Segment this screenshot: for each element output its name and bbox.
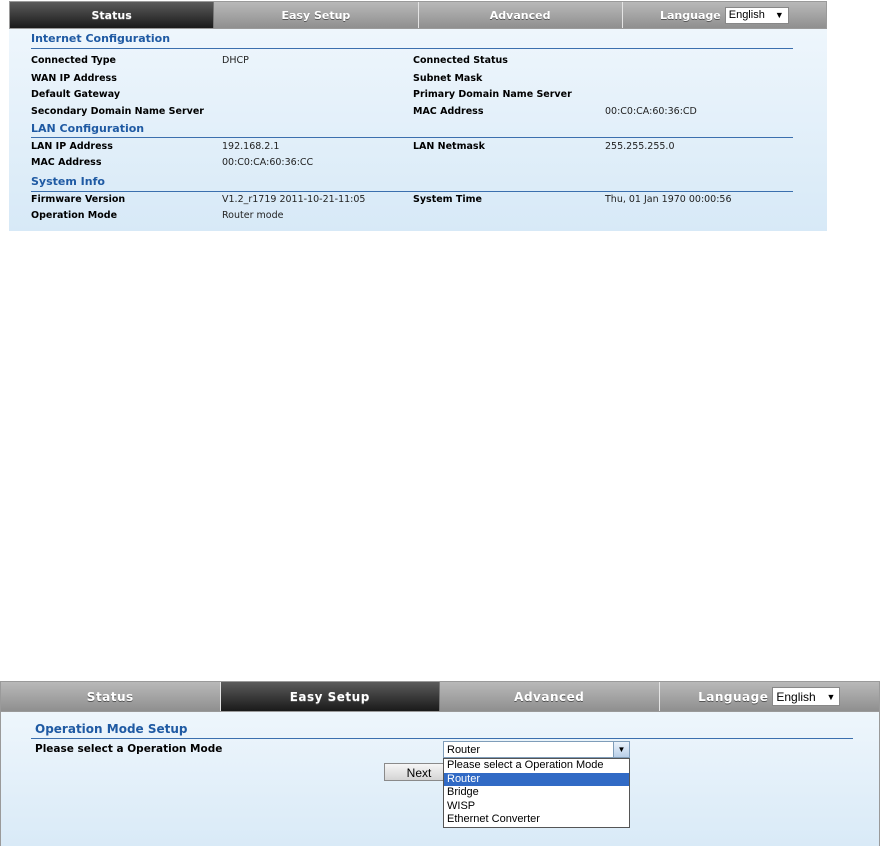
language-select[interactable]: English ▼ [724,6,789,24]
tab-status[interactable]: Status [10,2,215,28]
tab-advanced[interactable]: Advanced [418,2,623,28]
operation-mode-prompt: Please select a Operation Mode [35,743,223,755]
operation-mode-value: Router mode [222,210,284,221]
wan-ip-label: WAN IP Address [31,73,117,84]
connected-status-label: Connected Status [413,55,508,66]
language-select[interactable]: English ▼ [772,687,841,706]
language-select-value: English [728,9,765,21]
system-time-label: System Time [413,194,482,205]
section-divider [31,738,853,739]
subnet-mask-label: Subnet Mask [413,73,483,84]
option-ethernet-converter[interactable]: Ethernet Converter [444,813,629,827]
system-time-value: Thu, 01 Jan 1970 00:00:56 [605,194,732,205]
operation-mode-panel: Operation Mode Setup Please select a Ope… [0,712,880,846]
lan-netmask-value: 255.255.255.0 [605,141,675,152]
chevron-down-icon: ▼ [826,691,836,702]
status-panel: Internet Configuration Connected Type DH… [9,29,827,231]
status-screen-nav: Status Easy Setup Advanced Language Engl… [9,1,827,29]
setup-screen-nav: Status Easy Setup Advanced Language Engl… [0,681,880,712]
section-divider [31,48,793,49]
language-select-value: English [776,689,816,704]
chevron-down-icon[interactable]: ▼ [613,742,629,757]
operation-mode-label: Operation Mode [31,210,118,221]
tab-status[interactable]: Status [1,682,221,711]
wan-mac-value: 00:C0:CA:60:36:CD [605,106,697,117]
language-area: Language English ▼ [622,2,826,28]
language-label: Language [698,689,769,704]
internet-config-title: Internet Configuration [31,32,171,45]
lan-mac-value: 00:C0:CA:60:36:CC [222,157,314,168]
option-wisp[interactable]: WISP [444,800,629,814]
chevron-down-icon: ▼ [774,10,784,20]
default-gateway-label: Default Gateway [31,89,121,100]
operation-mode-select[interactable]: Router ▼ [443,741,630,758]
section-divider [31,137,793,138]
operation-mode-dropdown: Please select a Operation Mode Router Br… [443,758,630,828]
connected-type-value: DHCP [222,55,249,66]
system-info-title: System Info [31,175,105,188]
connected-type-label: Connected Type [31,55,116,66]
lan-config-title: LAN Configuration [31,122,145,135]
secondary-dns-label: Secondary Domain Name Server [31,106,204,117]
firmware-version-value: V1.2_r1719 2011-10-21-11:05 [222,194,366,205]
lan-ip-value: 192.168.2.1 [222,141,280,152]
wan-mac-label: MAC Address [413,106,484,117]
option-bridge[interactable]: Bridge [444,786,629,800]
option-router[interactable]: Router [444,772,629,787]
language-area: Language English ▼ [659,682,879,711]
section-divider [31,191,793,192]
operation-mode-title: Operation Mode Setup [35,722,188,736]
tab-easy-setup[interactable]: Easy Setup [214,2,419,28]
firmware-version-label: Firmware Version [31,194,126,205]
operation-mode-select-value: Router [447,743,481,756]
lan-ip-label: LAN IP Address [31,141,113,152]
tab-advanced[interactable]: Advanced [440,682,660,711]
lan-netmask-label: LAN Netmask [413,141,485,152]
primary-dns-label: Primary Domain Name Server [413,89,572,100]
lan-mac-label: MAC Address [31,157,102,168]
language-label: Language [660,8,721,22]
option-please-select[interactable]: Please select a Operation Mode [444,759,629,773]
tab-easy-setup[interactable]: Easy Setup [220,682,440,711]
